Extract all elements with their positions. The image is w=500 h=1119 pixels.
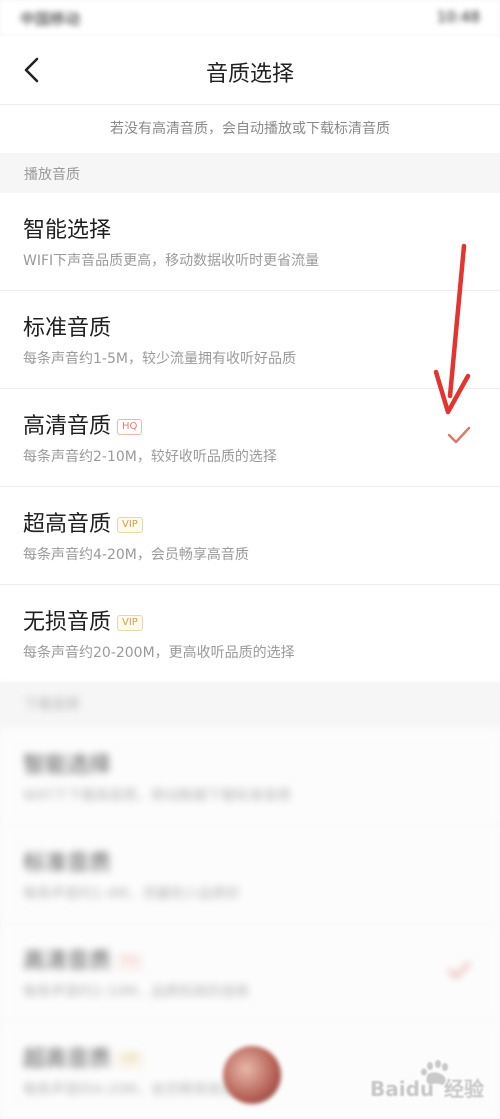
option-desc: 每条声音约20-200M，更高收听品质的选择	[23, 645, 295, 661]
option-hq[interactable]: 高清音质 HQ 每条声音约2-10M，较好收听品质的选择	[0, 389, 500, 487]
checkmark-icon	[447, 961, 471, 979]
vip-badge: VIP	[117, 1052, 143, 1068]
vip-badge: VIP	[117, 517, 143, 533]
option-standard[interactable]: 标准音质 每条声音约1-5M，较少流量拥有收听好品质	[0, 291, 500, 389]
option-smart[interactable]: 智能选择 WIFI下声音品质更高，移动数据收听时更省流量	[0, 193, 500, 291]
option-name: 超高音质 VIP	[23, 1041, 143, 1073]
option-name: 无损音质 VIP	[23, 604, 143, 636]
option-desc: WIFI下下载高音质，移动数据下载标准音质	[23, 788, 292, 804]
watermark-brand: Baidu	[370, 1077, 434, 1101]
page-title: 音质选择	[205, 62, 294, 87]
hq-badge: HQ	[117, 954, 143, 970]
download-option-smart[interactable]: 智能选择 WIFI下下载高音质，移动数据下载标准音质	[0, 728, 500, 826]
option-super-hq[interactable]: 超高音质 VIP 每条声音约4-20M，会员畅享高音质	[0, 487, 500, 585]
option-name: 标准音质	[23, 316, 112, 341]
option-desc: 每条声音约2-10M，较好收听品质的选择	[23, 449, 277, 465]
carrier-label: 中国移动	[20, 10, 81, 28]
header: 音质选择	[0, 36, 500, 105]
option-desc: WIFI下声音品质更高，移动数据收听时更省流量	[23, 253, 320, 269]
option-name: 高清音质 HQ	[23, 943, 143, 975]
option-name: 高清音质 HQ	[23, 408, 143, 440]
status-bar: 中国移动 10:48	[0, 0, 500, 36]
option-desc: 每条声音约1-5M，较少流量拥有收听好品质	[23, 351, 296, 367]
section-label-download: 下载音质	[0, 684, 500, 722]
hq-badge: HQ	[117, 419, 143, 435]
vip-badge: VIP	[117, 615, 143, 631]
option-name: 超高音质 VIP	[23, 506, 143, 538]
option-desc: 每条声音约1-4M，流量较少品质好	[23, 886, 240, 902]
section-label-text: 播放音质	[24, 167, 80, 183]
option-name: 智能选择	[23, 753, 112, 778]
option-name: 智能选择	[23, 218, 112, 243]
time-label: 10:48	[436, 8, 480, 26]
watermark-sub: 经验	[444, 1077, 484, 1101]
baidu-watermark-logo: Baidu 经验	[370, 1060, 484, 1101]
option-lossless[interactable]: 无损音质 VIP 每条声音约20-200M，更高收听品质的选择	[0, 585, 500, 682]
download-option-standard[interactable]: 标准音质 每条声音约1-4M，流量较少品质好	[0, 826, 500, 924]
checkmark-icon	[447, 426, 471, 444]
option-desc: 每条声音约2-10M，品质较高的选择	[23, 984, 249, 1000]
floating-player-avatar[interactable]	[223, 1046, 281, 1104]
play-quality-list: 智能选择 WIFI下声音品质更高，移动数据收听时更省流量 标准音质 每条声音约1…	[0, 193, 500, 682]
option-desc: 每条声音约4-20M，会员畅享高音质	[23, 1082, 249, 1098]
quality-notice: 若没有高清音质，会自动播放或下载标清音质	[0, 105, 500, 153]
option-desc: 每条声音约4-20M，会员畅享高音质	[23, 547, 249, 563]
section-label-play: 播放音质	[0, 154, 500, 192]
option-name: 标准音质	[23, 851, 112, 876]
section-label-text: 下载音质	[24, 697, 80, 713]
download-option-hq[interactable]: 高清音质 HQ 每条声音约2-10M，品质较高的选择	[0, 924, 500, 1022]
